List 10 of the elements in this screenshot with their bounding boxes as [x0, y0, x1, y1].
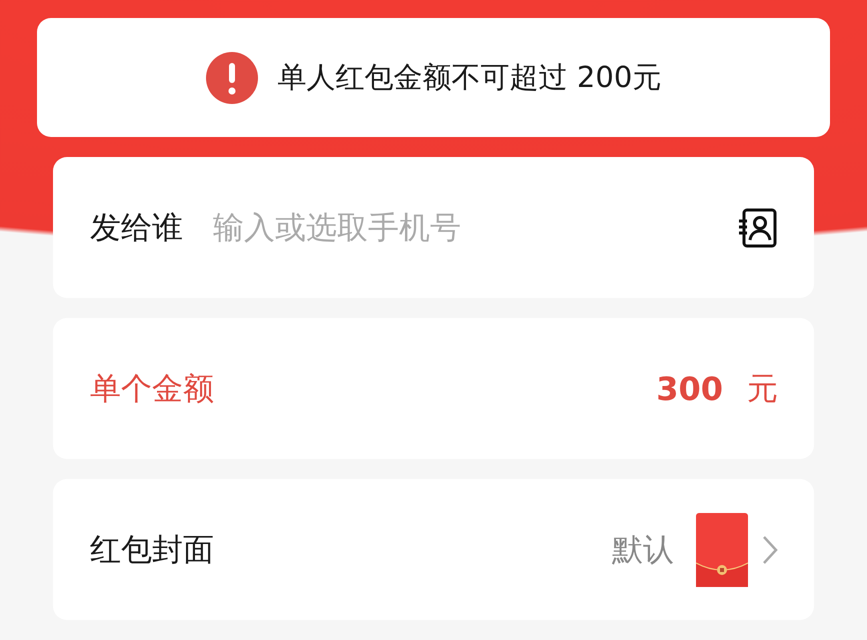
- currency-unit: 元: [747, 370, 778, 408]
- cover-value: 默认: [612, 530, 674, 570]
- field-label: 单个金额: [90, 370, 214, 408]
- amount-value[interactable]: 300: [656, 370, 723, 408]
- warning-icon: [206, 52, 258, 104]
- contacts-icon[interactable]: [738, 206, 778, 248]
- field-label: 发给谁: [90, 208, 183, 248]
- field-label: 红包封面: [90, 530, 214, 570]
- error-message: 单人红包金额不可超过 200元: [278, 58, 662, 96]
- phone-input-field[interactable]: 输入或选取手机号: [213, 210, 738, 246]
